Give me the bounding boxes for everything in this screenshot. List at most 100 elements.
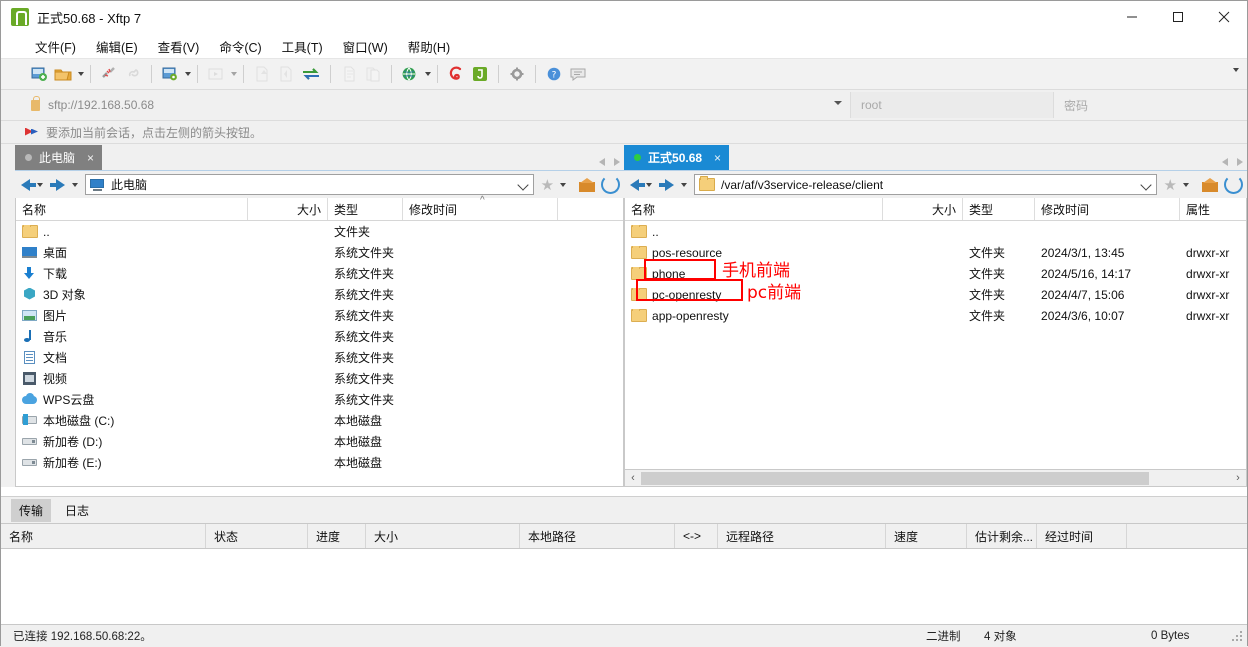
table-row[interactable]: pc-openresty 文件夹 2024/4/7, 15:06 drwxr-x…	[625, 284, 1246, 305]
help-icon[interactable]: ?	[542, 62, 566, 86]
tab-remote-session[interactable]: 正式50.68 ×	[624, 145, 730, 170]
new-session-icon[interactable]	[27, 62, 51, 86]
maximize-button[interactable]	[1155, 1, 1201, 33]
column-name[interactable]: 名称	[1, 524, 206, 548]
table-row[interactable]: .. 文件夹	[16, 221, 623, 242]
menu-command[interactable]: 命令(C)	[209, 34, 271, 59]
bookmark-star-icon[interactable]: ★	[541, 176, 554, 194]
properties-icon[interactable]	[158, 62, 182, 86]
remote-horizontal-scrollbar[interactable]: ‹ ›	[624, 470, 1247, 487]
table-row[interactable]: 新加卷 (D:) 本地磁盘	[16, 431, 623, 452]
menu-help[interactable]: 帮助(H)	[398, 34, 460, 59]
tab-next-icon[interactable]	[614, 158, 621, 166]
menu-tools[interactable]: 工具(T)	[272, 34, 333, 59]
table-row[interactable]: 3D 对象 系统文件夹	[16, 284, 623, 305]
open-folder-icon[interactable]	[51, 62, 75, 86]
password-field[interactable]: 密码	[1053, 92, 1247, 118]
refresh-icon[interactable]	[601, 175, 621, 194]
local-back-caret-icon[interactable]	[37, 182, 43, 187]
properties-caret-icon[interactable]	[185, 72, 191, 76]
column-type[interactable]: 类型	[328, 198, 403, 220]
feedback-icon[interactable]	[566, 62, 590, 86]
scroll-thumb[interactable]	[641, 471, 1150, 485]
menu-window[interactable]: 窗口(W)	[333, 34, 398, 59]
column-mtime[interactable]: 修改时间	[1035, 198, 1181, 220]
column-status[interactable]: 状态	[206, 524, 308, 548]
table-row[interactable]: 下载 系统文件夹	[16, 263, 623, 284]
column-size[interactable]: 大小	[366, 524, 520, 548]
settings-icon[interactable]	[505, 62, 529, 86]
column-name[interactable]: 名称	[625, 198, 884, 220]
local-forward-caret-icon[interactable]	[72, 182, 78, 187]
column-progress[interactable]: 进度	[308, 524, 366, 548]
menu-file[interactable]: 文件(F)	[25, 34, 86, 59]
table-row[interactable]: 视频 系统文件夹	[16, 368, 623, 389]
column-direction[interactable]: <->	[675, 524, 718, 548]
remote-path-input[interactable]: /var/af/v3service-release/client	[694, 174, 1157, 195]
resize-grip[interactable]	[1232, 631, 1244, 643]
bookmark-caret-icon[interactable]	[1183, 182, 1189, 187]
username-field[interactable]: root	[850, 92, 1053, 118]
chevron-down-icon[interactable]	[1139, 179, 1152, 191]
bookmark-caret-icon[interactable]	[560, 182, 567, 187]
tab-this-pc[interactable]: 此电脑 ×	[15, 145, 103, 170]
xftp-icon[interactable]	[468, 62, 492, 86]
browser-caret-icon[interactable]	[425, 72, 431, 76]
chevron-down-icon[interactable]	[516, 179, 529, 191]
disconnect-icon[interactable]	[97, 62, 121, 86]
local-forward-button[interactable]	[50, 178, 67, 191]
remote-back-button[interactable]	[624, 178, 646, 191]
tab-prev-icon[interactable]	[1222, 158, 1228, 166]
scroll-track[interactable]	[641, 470, 1230, 486]
column-attr[interactable]: 属性	[1180, 198, 1246, 220]
table-row[interactable]: phone 文件夹 2024/5/16, 14:17 drwxr-xr	[625, 263, 1246, 284]
table-row[interactable]: 音乐 系统文件夹	[16, 326, 623, 347]
toolbar-overflow-button[interactable]	[1230, 68, 1239, 72]
table-row[interactable]: WPS云盘 系统文件夹	[16, 389, 623, 410]
scroll-left-icon[interactable]: ‹	[625, 472, 641, 484]
remote-forward-button[interactable]	[659, 178, 676, 191]
bookmark-star-icon[interactable]: ★	[1164, 176, 1177, 194]
open-folder-caret-icon[interactable]	[78, 72, 84, 76]
chevron-down-icon[interactable]	[1233, 68, 1239, 72]
table-row[interactable]: 图片 系统文件夹	[16, 305, 623, 326]
tab-next-icon[interactable]	[1237, 158, 1243, 166]
table-row[interactable]: 本地磁盘 (C:) 本地磁盘	[16, 410, 623, 431]
table-row[interactable]: ..	[625, 221, 1246, 242]
url-field[interactable]: sftp://192.168.50.68	[25, 92, 850, 118]
tab-prev-icon[interactable]	[599, 158, 606, 166]
browser-icon[interactable]	[398, 62, 422, 86]
column-eta[interactable]: 估计剩余...	[967, 524, 1037, 548]
table-row[interactable]: pos-resource 文件夹 2024/3/1, 13:45 drwxr-x…	[625, 242, 1246, 263]
url-dropdown-icon[interactable]	[834, 101, 842, 105]
table-row[interactable]: app-openresty 文件夹 2024/3/6, 10:07 drwxr-…	[625, 305, 1246, 326]
column-size[interactable]: 大小	[248, 198, 328, 220]
local-back-button[interactable]	[15, 178, 36, 191]
column-size[interactable]: 大小	[883, 198, 964, 220]
tab-close-icon[interactable]: ×	[714, 151, 721, 165]
tab-transfer[interactable]: 传输	[11, 498, 52, 522]
menu-edit[interactable]: 编辑(E)	[86, 34, 148, 59]
tab-log[interactable]: 日志	[57, 499, 97, 522]
table-row[interactable]: 新加卷 (E:) 本地磁盘	[16, 452, 623, 473]
xshell-icon[interactable]	[444, 62, 468, 86]
tab-close-icon[interactable]: ×	[87, 151, 94, 165]
minimize-button[interactable]	[1109, 1, 1155, 33]
remote-back-caret-icon[interactable]	[646, 182, 653, 187]
table-row[interactable]: 桌面 系统文件夹	[16, 242, 623, 263]
column-type[interactable]: 类型	[963, 198, 1036, 220]
home-icon[interactable]	[1202, 177, 1218, 192]
table-row[interactable]: 文档 系统文件夹	[16, 347, 623, 368]
menu-view[interactable]: 查看(V)	[148, 34, 210, 59]
sync-icon[interactable]	[298, 62, 324, 86]
remote-forward-caret-icon[interactable]	[681, 182, 688, 187]
column-speed[interactable]: 速度	[886, 524, 967, 548]
column-mtime[interactable]: 修改时间 ^	[403, 195, 558, 220]
scroll-right-icon[interactable]: ›	[1230, 472, 1246, 484]
column-remote-path[interactable]: 远程路径	[718, 524, 886, 548]
column-elapsed[interactable]: 经过时间	[1037, 524, 1127, 548]
column-local-path[interactable]: 本地路径	[520, 524, 675, 548]
close-button[interactable]	[1201, 1, 1247, 33]
home-icon[interactable]	[579, 177, 596, 192]
refresh-icon[interactable]	[1224, 175, 1243, 194]
